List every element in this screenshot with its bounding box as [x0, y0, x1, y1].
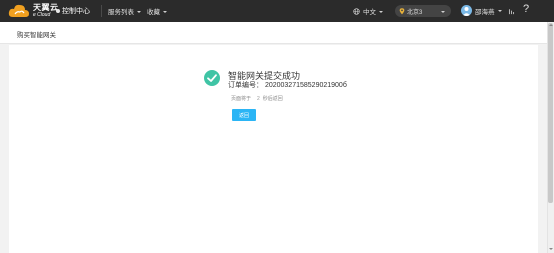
service-list-menu[interactable]: 服务列表 [108, 6, 141, 16]
chevron-down-icon [379, 10, 383, 13]
chevron-down-icon [497, 10, 502, 12]
language-label: 中文 [363, 9, 376, 16]
favorites-label: 收藏 [147, 9, 160, 16]
redirect-hint: 页面将于 2 秒后返回 [231, 95, 283, 103]
brand-logo[interactable]: 天翼云 e Cloud [8, 2, 59, 20]
scroll-up-arrow-icon[interactable] [549, 24, 553, 26]
chevron-down-icon [441, 10, 445, 13]
page-title-bar: 购买智能网关 [0, 22, 547, 44]
username-label: 邵海燕 [475, 8, 495, 16]
order-number-label: 订单编号： [228, 82, 263, 89]
chevron-down-icon [137, 10, 141, 13]
order-number-line: 订单编号： 20200327158529021900б [228, 80, 347, 90]
back-button[interactable]: 返回 [232, 109, 256, 121]
globe-icon [353, 7, 360, 15]
page-title: 购买智能网关 [17, 32, 56, 39]
console-dot-icon [56, 9, 60, 13]
logo-text-cn: 天翼云 [33, 3, 59, 12]
region-label: 北京3 [407, 9, 423, 16]
region-selector[interactable]: 北京3 [395, 5, 451, 17]
service-list-label: 服务列表 [108, 9, 134, 16]
order-number-value: 20200327158529021900б [264, 82, 347, 89]
chevron-down-icon [163, 10, 167, 13]
scrollbar-thumb[interactable] [548, 23, 553, 203]
favorites-menu[interactable]: 收藏 [147, 6, 167, 16]
location-pin-icon [399, 7, 405, 14]
check-circle-icon [204, 70, 220, 86]
redirect-hint-prefix: 页面将于 [231, 96, 252, 102]
console-home-link[interactable]: 控制中心 [56, 6, 90, 16]
user-avatar-icon [461, 5, 472, 16]
language-selector[interactable]: 中文 [353, 6, 383, 16]
console-label: 控制中心 [62, 8, 90, 15]
redirect-countdown: 2 [257, 95, 260, 102]
user-menu[interactable]: 邵海燕 [461, 5, 502, 16]
bell-icon[interactable] [508, 7, 515, 15]
header-divider [101, 5, 102, 17]
cloud-logo-icon [8, 4, 29, 17]
top-navigation-bar: 天翼云 e Cloud 控制中心 服务列表 收藏 中文 北京3 邵海燕 ? [0, 0, 554, 22]
logo-text-en: e Cloud [33, 12, 51, 18]
redirect-hint-suffix: 秒后返回 [262, 96, 283, 102]
help-icon[interactable]: ? [523, 3, 529, 15]
scroll-down-arrow-icon[interactable] [549, 248, 553, 250]
